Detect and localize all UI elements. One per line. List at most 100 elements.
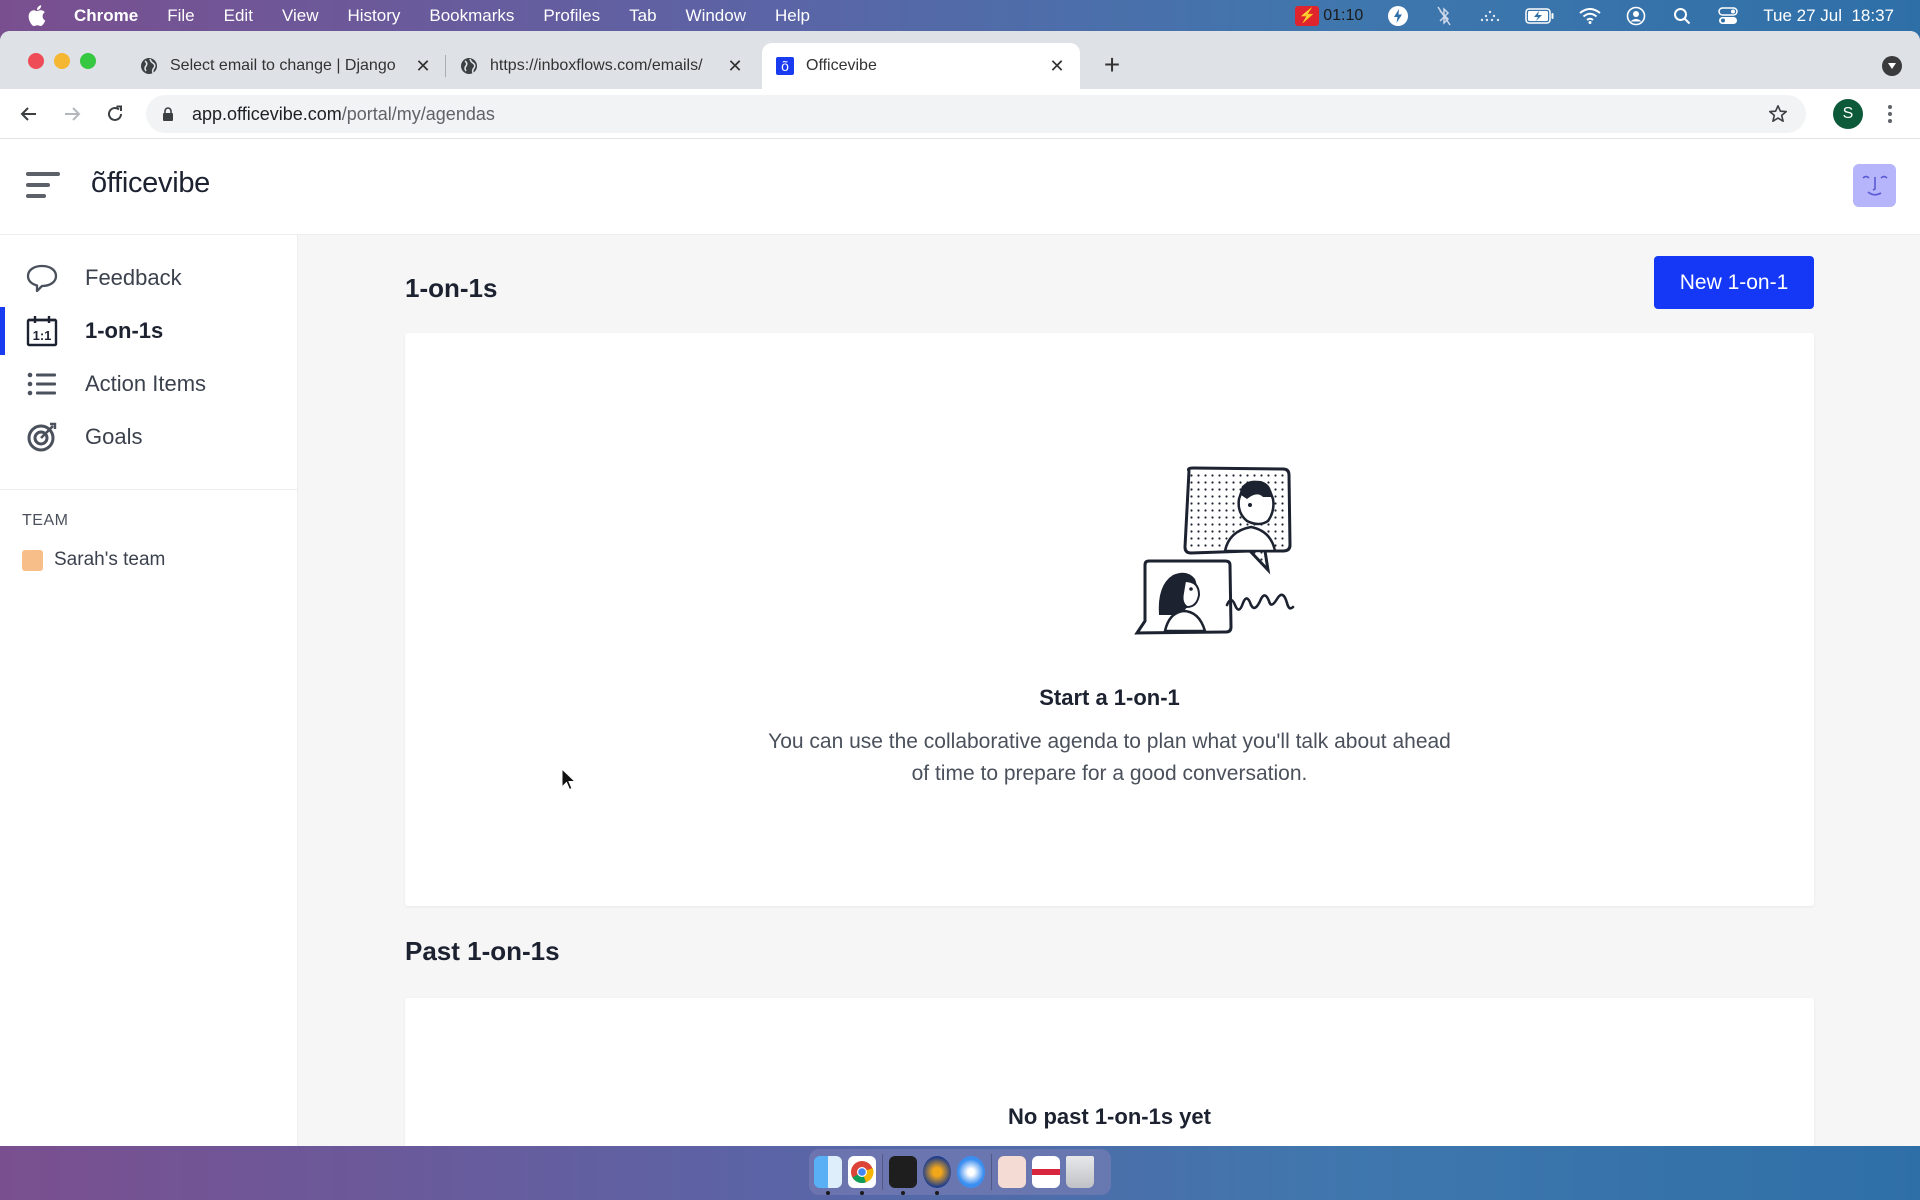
- sidebar-item-label: Feedback: [85, 265, 182, 290]
- new-tab-button[interactable]: +: [1100, 49, 1124, 80]
- dock-safari-icon[interactable]: [957, 1156, 985, 1188]
- list-icon: [26, 368, 58, 400]
- address-bar[interactable]: app.officevibe.com/portal/my/agendas: [146, 95, 1806, 133]
- spotlight-search-icon[interactable]: [1671, 5, 1693, 27]
- lock-icon[interactable]: [160, 106, 176, 122]
- url-host: app.officevibe.com: [192, 103, 342, 124]
- hamburger-menu-icon[interactable]: [26, 170, 60, 200]
- speech-bubble-icon: [26, 262, 58, 294]
- menu-app-name[interactable]: Chrome: [74, 6, 138, 26]
- calendar-1-1-icon: 1:1: [26, 315, 58, 347]
- tab-close-icon[interactable]: ✕: [1048, 56, 1066, 76]
- officevibe-logo[interactable]: õfficevibe: [91, 167, 210, 200]
- chrome-menu-icon[interactable]: [1882, 101, 1898, 127]
- menubar-datetime[interactable]: Tue 27 Jul 18:37: [1763, 6, 1894, 26]
- forward-button[interactable]: [60, 102, 84, 126]
- url-path: /portal/my/agendas: [341, 103, 495, 124]
- url-text[interactable]: app.officevibe.com/portal/my/agendas: [192, 104, 495, 125]
- sidebar: Feedback 1:1 1-on-1s Action Items Goals: [0, 235, 298, 1146]
- tab-title: Select email to change | Django: [170, 57, 396, 74]
- menu-window[interactable]: Window: [686, 6, 746, 26]
- empty-state-title: Start a 1-on-1: [1039, 685, 1180, 710]
- menu-edit[interactable]: Edit: [224, 6, 253, 26]
- apple-icon[interactable]: [26, 5, 48, 27]
- past-empty-text: No past 1-on-1s yet: [1008, 1104, 1211, 1129]
- app-header: õfficevibe: [0, 139, 1920, 235]
- tab-inboxflows[interactable]: https://inboxflows.com/emails/ ✕: [446, 43, 758, 89]
- tab-close-icon[interactable]: ✕: [726, 56, 744, 76]
- sidebar-item-label: Goals: [85, 424, 143, 449]
- menu-profiles[interactable]: Profiles: [543, 6, 600, 26]
- tab-title: Officevibe: [806, 57, 877, 74]
- globe-icon: [460, 57, 478, 75]
- team-color-swatch: [22, 549, 43, 571]
- sidebar-item-1-on-1s[interactable]: 1:1 1-on-1s: [0, 305, 298, 357]
- sidebar-item-label: 1-on-1s: [85, 318, 164, 343]
- team-item-sarahs-team[interactable]: Sarah's team: [22, 549, 165, 571]
- user-avatar-face-icon[interactable]: [1853, 164, 1896, 207]
- reload-button[interactable]: [103, 102, 127, 126]
- mouse-cursor-icon: [561, 768, 577, 791]
- recording-icon: ⚡: [1295, 5, 1320, 26]
- tab-title: https://inboxflows.com/emails/: [490, 57, 703, 74]
- team-name: Sarah's team: [54, 549, 166, 570]
- bolt-app-icon[interactable]: [1387, 5, 1409, 27]
- tab-bar: Select email to change | Django ✕ https:…: [0, 31, 1920, 89]
- dock-lightning-app-icon[interactable]: [923, 1156, 951, 1195]
- macos-menu-bar: Chrome File Edit View History Bookmarks …: [0, 0, 1920, 31]
- dock-screenshot-icon[interactable]: [1032, 1156, 1060, 1188]
- control-dots-icon[interactable]: [1479, 5, 1501, 27]
- back-button[interactable]: [17, 102, 41, 126]
- menu-history[interactable]: History: [347, 6, 400, 26]
- wifi-icon[interactable]: [1579, 5, 1601, 27]
- battery-charging-icon[interactable]: [1525, 5, 1555, 27]
- menu-tab[interactable]: Tab: [629, 6, 656, 26]
- bookmark-star-icon[interactable]: [1768, 104, 1788, 124]
- empty-state-description-line: You can use the collaborative agenda to …: [768, 730, 1451, 753]
- sidebar-divider: [0, 489, 298, 490]
- minimize-window-button[interactable]: [54, 53, 70, 69]
- empty-state-card: Start a 1-on-1 You can use the collabora…: [405, 333, 1814, 906]
- dock-terminal-icon[interactable]: [889, 1156, 917, 1195]
- menu-file[interactable]: File: [167, 6, 194, 26]
- officevibe-icon: õ: [776, 57, 794, 75]
- tab-search-icon[interactable]: [1882, 56, 1902, 76]
- past-1-on-1s-card: No past 1-on-1s yet: [405, 998, 1814, 1146]
- browser-toolbar: app.officevibe.com/portal/my/agendas S: [0, 89, 1920, 139]
- officevibe-app: õfficevibe Feedback 1:1 1-on-1s Action I…: [0, 139, 1920, 1146]
- globe-icon: [140, 57, 158, 75]
- recording-indicator[interactable]: ⚡ 01:10: [1295, 5, 1364, 26]
- new-1-on-1-button[interactable]: New 1-on-1: [1654, 256, 1814, 309]
- maximize-window-button[interactable]: [80, 53, 96, 69]
- dock-separator: [882, 1154, 883, 1190]
- menu-help[interactable]: Help: [775, 6, 810, 26]
- dock-trash-icon[interactable]: [1066, 1156, 1094, 1188]
- dock-chrome-icon[interactable]: [848, 1156, 876, 1195]
- window-controls: [28, 53, 96, 69]
- user-account-icon[interactable]: [1625, 5, 1647, 27]
- past-1-on-1s-title: Past 1-on-1s: [405, 936, 560, 966]
- video-call-illustration-icon: [1134, 466, 1295, 635]
- bluetooth-off-icon[interactable]: [1433, 5, 1455, 27]
- sidebar-item-feedback[interactable]: Feedback: [0, 252, 298, 304]
- profile-avatar[interactable]: S: [1833, 99, 1863, 129]
- empty-state-description-line: of time to prepare for a good conversati…: [911, 762, 1308, 785]
- menu-view[interactable]: View: [282, 6, 319, 26]
- sidebar-item-label: Action Items: [85, 371, 207, 396]
- control-center-icon[interactable]: [1717, 5, 1739, 27]
- sidebar-item-action-items[interactable]: Action Items: [0, 358, 298, 410]
- sidebar-item-goals[interactable]: Goals: [0, 411, 298, 463]
- tab-officevibe[interactable]: õ Officevibe ✕: [762, 43, 1080, 89]
- tab-close-icon[interactable]: ✕: [414, 56, 432, 76]
- recording-time: 01:10: [1323, 6, 1364, 24]
- close-window-button[interactable]: [28, 53, 44, 69]
- dock-separator: [991, 1154, 992, 1190]
- menu-bookmarks[interactable]: Bookmarks: [429, 6, 514, 26]
- dock-finder-icon[interactable]: [814, 1156, 842, 1195]
- dock-document-preview-icon[interactable]: [998, 1156, 1026, 1188]
- svg-text:1:1: 1:1: [33, 328, 52, 343]
- empty-state-description: You can use the collaborative agenda to …: [405, 726, 1814, 790]
- team-heading: TEAM: [22, 512, 69, 529]
- target-icon: [26, 421, 58, 453]
- tab-django[interactable]: Select email to change | Django ✕: [126, 43, 446, 89]
